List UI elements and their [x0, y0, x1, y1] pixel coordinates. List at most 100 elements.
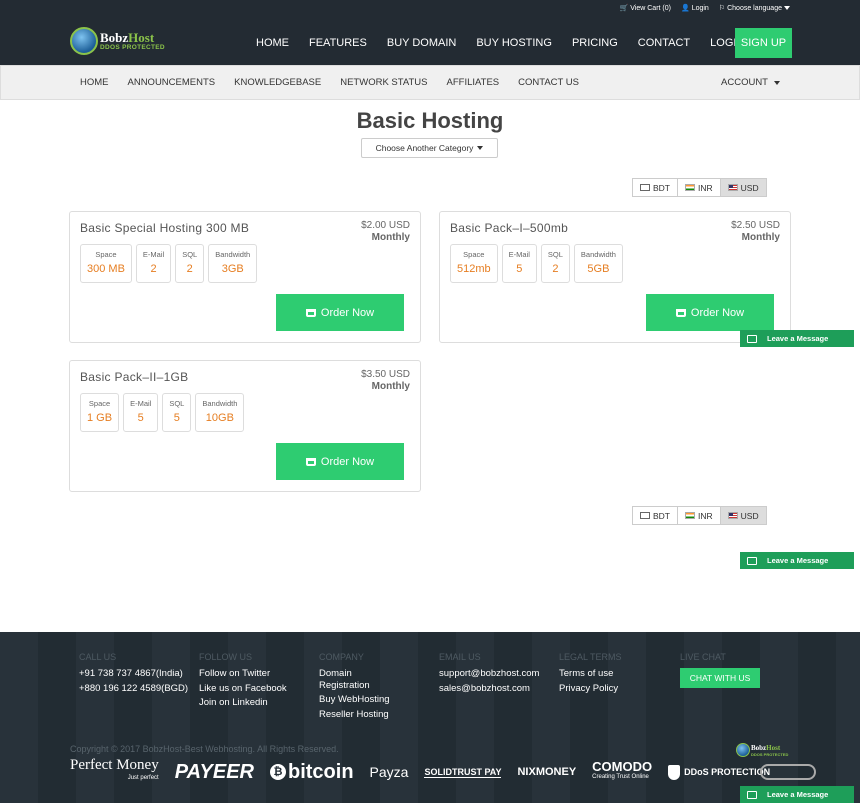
view-cart-link[interactable]: 🛒 View Cart (0) [620, 4, 671, 13]
caret-down-icon [477, 146, 484, 150]
buy-webhosting-link[interactable]: Buy WebHosting [319, 694, 429, 706]
choose-category-button[interactable]: Choose Another Category [361, 138, 498, 158]
footer-company: COMPANY Domain Registration Buy WebHosti… [319, 652, 429, 723]
product-card: Basic Pack–I–500mb $2.50 USD Monthly Spa… [439, 211, 791, 343]
nav-home[interactable]: HOME [256, 37, 289, 49]
product-specs: Space 512mb E-Mail 5 SQL 2 Bandwidth 5GB [450, 244, 623, 283]
nav-buy-hosting[interactable]: BUY HOSTING [476, 37, 552, 49]
spec-label: Bandwidth [580, 250, 616, 259]
in-flag-icon [685, 512, 695, 519]
leave-message-tab[interactable]: Leave a Message [740, 330, 854, 347]
us-flag-icon [727, 512, 738, 519]
currency-code: BDT [653, 182, 670, 193]
signup-button[interactable]: SIGN UP [735, 28, 792, 58]
nav-pricing[interactable]: PRICING [572, 37, 618, 49]
payment-sublabel: Just perfect [127, 775, 159, 781]
bd-flag-icon [640, 184, 650, 191]
support-email-link[interactable]: support@bobzhost.com [439, 668, 561, 680]
phone-india[interactable]: +91 738 737 4867(India) [79, 668, 189, 680]
nav-features[interactable]: FEATURES [309, 37, 367, 49]
currency-bdt[interactable]: BDT [633, 507, 678, 524]
currency-bdt[interactable]: BDT [633, 179, 678, 196]
subnav-affiliates[interactable]: AFFILIATES [447, 77, 500, 88]
footer-heading: LEGAL TERMS [559, 652, 622, 662]
subnav-contact-us[interactable]: CONTACT US [518, 77, 579, 88]
leave-message-tab[interactable]: Leave a Message [740, 786, 854, 803]
footer-email-us: EMAIL US support@bobzhost.com sales@bobz… [439, 652, 561, 697]
footer-call-us: CALL US +91 738 737 4867(India) +880 196… [79, 652, 189, 697]
logo-brand-part-b: Host [128, 30, 155, 45]
domain-registration-link[interactable]: Domain Registration [319, 668, 389, 691]
privacy-policy-link[interactable]: Privacy Policy [559, 683, 669, 695]
sales-email-link[interactable]: sales@bobzhost.com [439, 683, 561, 695]
currency-usd[interactable]: USD [720, 507, 766, 524]
logo-tagline: DDOS PROTECTED [100, 44, 165, 51]
spec-label: E-Mail [142, 250, 165, 259]
subnav-announcements[interactable]: ANNOUNCEMENTS [128, 77, 216, 88]
chat-with-us-button[interactable]: CHAT WITH US [680, 668, 760, 688]
secondary-nav-items: HOME ANNOUNCEMENTS KNOWLEDGEBASE NETWORK… [80, 66, 598, 99]
reseller-hosting-link[interactable]: Reseller Hosting [319, 709, 429, 721]
subnav-network-status[interactable]: NETWORK STATUS [340, 77, 427, 88]
facebook-link[interactable]: Like us on Facebook [199, 683, 309, 695]
bd-flag-icon [640, 512, 650, 519]
phone-bangladesh[interactable]: +880 196 122 4589(BGD) [79, 683, 189, 695]
caret-down-icon [784, 6, 790, 10]
linkedin-link[interactable]: Join on Linkedin [199, 697, 309, 709]
currency-code: BDT [653, 510, 670, 521]
account-label: ACCOUNT [721, 77, 768, 88]
subnav-knowledgebase[interactable]: KNOWLEDGEBASE [234, 77, 321, 88]
partner-logo [760, 764, 817, 780]
site-footer: CALL US +91 738 737 4867(India) +880 196… [0, 632, 860, 803]
payment-logos: Perfect Money Just perfect PAYEER ₿ bitc… [70, 757, 840, 785]
nav-buy-domain[interactable]: BUY DOMAIN [387, 37, 456, 49]
perfect-money-logo: Perfect Money Just perfect [70, 757, 159, 785]
spec-sql: SQL 2 [540, 244, 570, 283]
nav-contact[interactable]: CONTACT [638, 37, 690, 49]
site-logo[interactable]: BobzHost DDOS PROTECTED [70, 27, 180, 57]
in-flag-icon [685, 184, 695, 191]
spec-space: Space 300 MB [80, 244, 132, 283]
currency-code: USD [740, 510, 759, 521]
terms-of-use-link[interactable]: Terms of use [559, 668, 669, 680]
message-icon [747, 790, 757, 799]
payment-sublabel: Creating Trust Online [592, 774, 649, 780]
language-label: Choose language [727, 4, 782, 12]
page-title: Basic Hosting [356, 108, 504, 133]
payment-name: DDoS PROTECTION [684, 767, 771, 777]
spec-space: Space 1 GB [80, 393, 120, 432]
spec-label: Bandwidth [202, 399, 238, 408]
spec-email: E-Mail 5 [123, 393, 159, 432]
login-link[interactable]: 👤 Login [681, 4, 709, 13]
currency-inr[interactable]: INR [678, 179, 721, 196]
language-chooser[interactable]: ⚐ Choose language [719, 4, 790, 12]
spec-label: SQL [547, 250, 563, 259]
account-dropdown[interactable]: ACCOUNT [721, 66, 780, 99]
order-now-button[interactable]: Order Now [646, 294, 774, 331]
order-now-label: Order Now [320, 455, 375, 468]
leave-message-label: Leave a Message [767, 334, 829, 343]
order-now-label: Order Now [320, 306, 375, 319]
product-price: $3.50 USD Monthly [361, 369, 410, 393]
spec-label: Space [95, 250, 117, 259]
product-price: $2.50 USD Monthly [731, 220, 780, 244]
order-now-button[interactable]: Order Now [276, 294, 404, 331]
footer-heading: CALL US [79, 652, 117, 662]
order-now-button[interactable]: Order Now [276, 443, 404, 480]
message-icon [747, 334, 757, 343]
spec-bandwidth: Bandwidth 10GB [195, 393, 245, 432]
currency-usd[interactable]: USD [720, 179, 766, 196]
payment-name: Perfect Money [70, 757, 159, 773]
bitcoin-icon: ₿ [270, 764, 286, 780]
footer-heading: EMAIL US [439, 652, 481, 662]
spec-email: E-Mail 5 [501, 244, 537, 283]
spec-value: 5 [137, 412, 144, 424]
currency-inr[interactable]: INR [678, 507, 721, 524]
spec-bandwidth: Bandwidth 5GB [573, 244, 623, 283]
twitter-link[interactable]: Follow on Twitter [199, 668, 309, 680]
main-nav: HOME FEATURES BUY DOMAIN BUY HOSTING PRI… [256, 28, 764, 58]
leave-message-tab[interactable]: Leave a Message [740, 552, 854, 569]
subnav-home[interactable]: HOME [80, 77, 109, 88]
ddos-protection-badge: DDoS PROTECTION [668, 764, 771, 780]
spec-label: Bandwidth [215, 250, 251, 259]
